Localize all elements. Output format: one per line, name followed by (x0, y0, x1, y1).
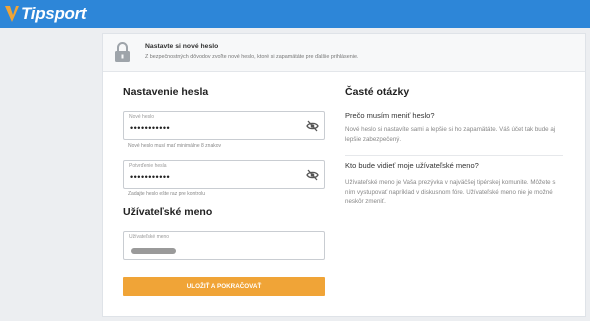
logo-mark-icon (5, 6, 19, 22)
security-notice: Nastavte si nové heslo Z bezpečnostných … (103, 34, 585, 72)
new-password-label: Nové heslo (129, 114, 155, 120)
password-section-title: Nastavenie hesla (123, 86, 209, 98)
username-field[interactable]: Užívateľské meno (123, 231, 325, 260)
username-value-redacted (131, 248, 176, 254)
save-and-continue-button[interactable]: ULOŽIŤ A POKRAČOVAŤ (123, 277, 325, 296)
username-section-title: Užívateľské meno (123, 206, 213, 218)
faq-answer: Užívateľské meno je Vaša prezývka v najv… (345, 179, 556, 205)
username-label: Užívateľské meno (129, 234, 170, 240)
new-password-hint: Nové heslo musí mať minimálne 8 znakov (128, 143, 222, 149)
confirm-password-hint: Zadajte heslo ešte raz pre kontrolu (128, 191, 205, 197)
password-setup-card: Nastavte si nové heslo Z bezpečnostných … (102, 33, 586, 317)
confirm-password-value[interactable]: ••••••••••• (130, 172, 170, 182)
tipsport-logo[interactable]: Tipsport (4, 4, 87, 24)
faq-question: Prečo musím meniť heslo? (345, 111, 435, 120)
faq-title: Časté otázky (345, 86, 410, 98)
confirm-password-field[interactable]: Potvrďenie hesla ••••••••••• (123, 160, 325, 189)
faq-answer: Nové heslo si nastavíte sami a lepšie si… (345, 126, 556, 143)
eye-off-icon[interactable] (306, 169, 319, 181)
new-password-field[interactable]: Nové heslo ••••••••••• (123, 111, 325, 140)
notice-title: Nastavte si nové heslo (145, 43, 219, 50)
new-password-value[interactable]: ••••••••••• (130, 123, 170, 133)
lock-icon (115, 42, 130, 62)
eye-off-icon[interactable] (306, 120, 319, 132)
logo-text: Tipsport (21, 4, 87, 23)
top-header: Tipsport (0, 0, 590, 28)
faq-question: Kto bude vidieť moje užívateľské meno? (345, 161, 479, 170)
notice-text: Z bezpečnostných dôvodov zvoľte nové hes… (145, 54, 359, 60)
confirm-password-label: Potvrďenie hesla (129, 163, 167, 169)
faq-divider (345, 155, 563, 156)
